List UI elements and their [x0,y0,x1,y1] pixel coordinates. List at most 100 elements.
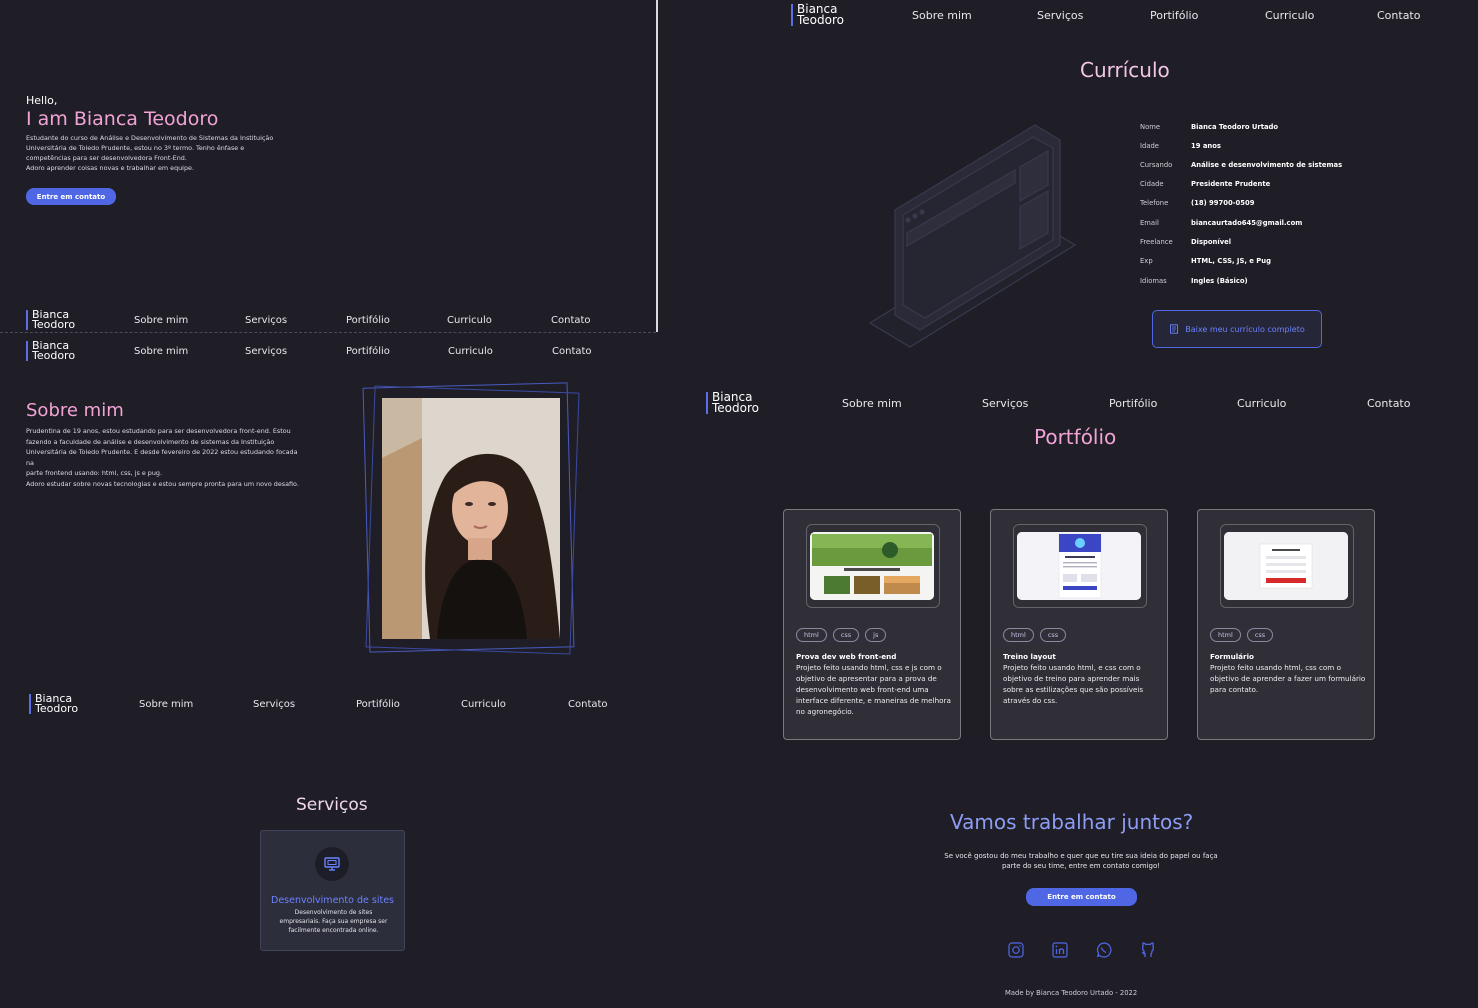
hero-title: I am Bianca Teodoro [26,108,219,130]
instagram-icon[interactable] [1007,941,1025,959]
row-value: HTML, CSS, JS, e Pug [1191,257,1271,265]
servicos-title: Serviços [296,795,368,815]
curriculo-title: Currículo [1080,58,1170,82]
nav-item-contato[interactable]: Contato [1367,397,1410,410]
curriculo-row: Cursando Análise e desenvolvimento de sis… [1140,161,1342,169]
navbar: Bianca Teodoro Sobre mim Serviços Portifó… [791,3,1420,27]
nav-item-curriculo[interactable]: Curriculo [448,346,493,357]
project-card[interactable]: html css Treino layout Projeto feito usa… [990,509,1168,740]
project-tags: html css [1003,628,1067,642]
curriculo-row: Telefone (18) 99700-0509 [1140,199,1254,207]
project-screenshot [810,532,934,600]
service-card-description: Desenvolvimento de sites empresariais. F… [279,909,388,934]
row-value: Disponível [1191,238,1232,246]
sobre-line: parte frontend usando: html, css, js e p… [26,469,162,477]
nav-item-contato[interactable]: Contato [1377,9,1420,22]
nav-item-portfolio[interactable]: Portifólio [1109,397,1157,410]
logo-line: Teodoro [797,13,844,27]
contact-button[interactable]: Entre em contato [1026,888,1137,906]
row-key: Exp [1140,257,1153,265]
nav-item-sobre[interactable]: Sobre mim [134,346,188,357]
sobre-line: fazendo a faculdade de análise e desenvo… [26,437,275,446]
row-key: Idade [1140,142,1159,150]
tag: js [865,628,887,642]
divider [0,332,656,333]
contact-text-line: Se você gostou do meu trabalho e quer qu… [944,852,1218,860]
linkedin-icon[interactable] [1051,941,1069,959]
github-icon[interactable] [1139,941,1157,959]
nav-item-contato[interactable]: Contato [551,315,591,326]
contact-text: Se você gostou do meu trabalho e quer qu… [920,851,1242,871]
profile-photo [382,398,560,639]
navbar: Bianca Teodoro Sobre mim Serviços Portifó… [29,693,608,714]
nav-item-servicos[interactable]: Serviços [245,315,287,326]
tag: css [1039,628,1067,642]
project-title: Prova dev web front-end [796,652,897,661]
divider [656,0,658,332]
nav-item-sobre[interactable]: Sobre mim [134,315,188,326]
nav-item-curriculo[interactable]: Curriculo [1265,9,1314,22]
curriculo-row: Email biancaurtado645@gmail.com [1140,219,1302,227]
nav-item-contato[interactable]: Contato [552,346,592,357]
project-description: Projeto feito usando html, css e js com … [796,663,951,716]
sobre-line: Universitária de Toledo Prudente. E desd… [26,448,298,467]
project-description: Projeto feito usando html, e css com o o… [1003,663,1144,705]
tag: css [1246,628,1274,642]
download-cv-button[interactable]: Baixe meu currículo completo [1152,310,1322,348]
monitor-icon [315,847,349,881]
hero-greeting: Hello, [26,94,58,107]
logo[interactable]: Bianca Teodoro [791,3,844,27]
browser-illustration [868,124,1077,348]
nav-item-servicos[interactable]: Serviços [245,346,287,357]
nav-item-sobre[interactable]: Sobre mim [912,9,972,22]
nav-item-curriculo[interactable]: Curriculo [1237,397,1286,410]
navbar: Bianca Teodoro Sobre mim Serviços Portifó… [706,391,1410,414]
project-title: Treino layout [1003,652,1056,661]
nav-item-servicos[interactable]: Serviços [1037,9,1083,22]
nav-item-portfolio[interactable]: Portifólio [346,315,390,326]
nav-item-sobre[interactable]: Sobre mim [139,699,193,710]
nav-item-contato[interactable]: Contato [568,699,608,710]
nav-item-servicos[interactable]: Serviços [253,699,295,710]
row-value: Análise e desenvolvimento de sistemas [1191,161,1343,169]
hero-desc-line: Universitária de Toledo Prudente, estou … [26,144,245,152]
row-key: Telefone [1140,199,1169,207]
logo[interactable]: Bianca Teodoro [706,391,759,414]
service-card[interactable]: Desenvolvimento de sites Desenvolvimento… [260,830,405,951]
row-key: Freelance [1140,238,1173,246]
project-tags: html css [1210,628,1274,642]
row-key: Idiomas [1140,277,1167,285]
tag: html [1210,628,1241,642]
sobre-paragraph: Prudentina de 19 anos, estou estudando p… [26,426,306,479]
contact-title: Vamos trabalhar juntos? [950,810,1194,834]
logo[interactable]: Bianca Teodoro [29,693,78,714]
sobre-line: Prudentina de 19 anos, estou estudando p… [26,427,291,435]
nav-item-portfolio[interactable]: Portifólio [356,699,400,710]
hero-contact-button[interactable]: Entre em contato [26,188,116,205]
project-description: Projeto feito usando html, css com o obj… [1210,663,1366,694]
hero-desc-line: Estudante do curso de Análise e Desenvol… [26,134,274,142]
project-card[interactable]: html css Formulário Projeto feito usando… [1197,509,1375,740]
project-card[interactable]: html css js Prova dev web front-end Proj… [783,509,961,740]
nav-item-curriculo[interactable]: Curriculo [461,699,506,710]
curriculo-row: Cidade Presidente Prudente [1140,180,1270,188]
tag: css [832,628,860,642]
download-cv-label: Baixe meu currículo completo [1185,324,1305,334]
tag: html [1003,628,1034,642]
logo[interactable]: Bianca Teodoro [26,340,76,362]
nav-item-sobre[interactable]: Sobre mim [842,397,902,410]
nav-item-curriculo[interactable]: Curriculo [447,315,492,326]
contact-text-line: parte do seu time, entre em contato comi… [1001,862,1161,870]
logo-line: Teodoro [32,318,76,331]
whatsapp-icon[interactable] [1095,941,1113,959]
nav-item-portfolio[interactable]: Portifólio [346,346,390,357]
logo[interactable]: Bianca Teodoro [26,309,76,331]
row-value: biancaurtado645@gmail.com [1191,219,1303,227]
navbar: Bianca Teodoro Sobre mim Serviços Portifó… [26,309,591,331]
row-key: Nome [1140,123,1161,131]
portfolio-title: Portfólio [1034,425,1117,449]
nav-item-servicos[interactable]: Serviços [982,397,1028,410]
logo-line: Teodoro [32,349,76,362]
nav-item-portfolio[interactable]: Portifólio [1150,9,1198,22]
curriculo-row: Exp HTML, CSS, JS, e Pug [1140,257,1271,265]
